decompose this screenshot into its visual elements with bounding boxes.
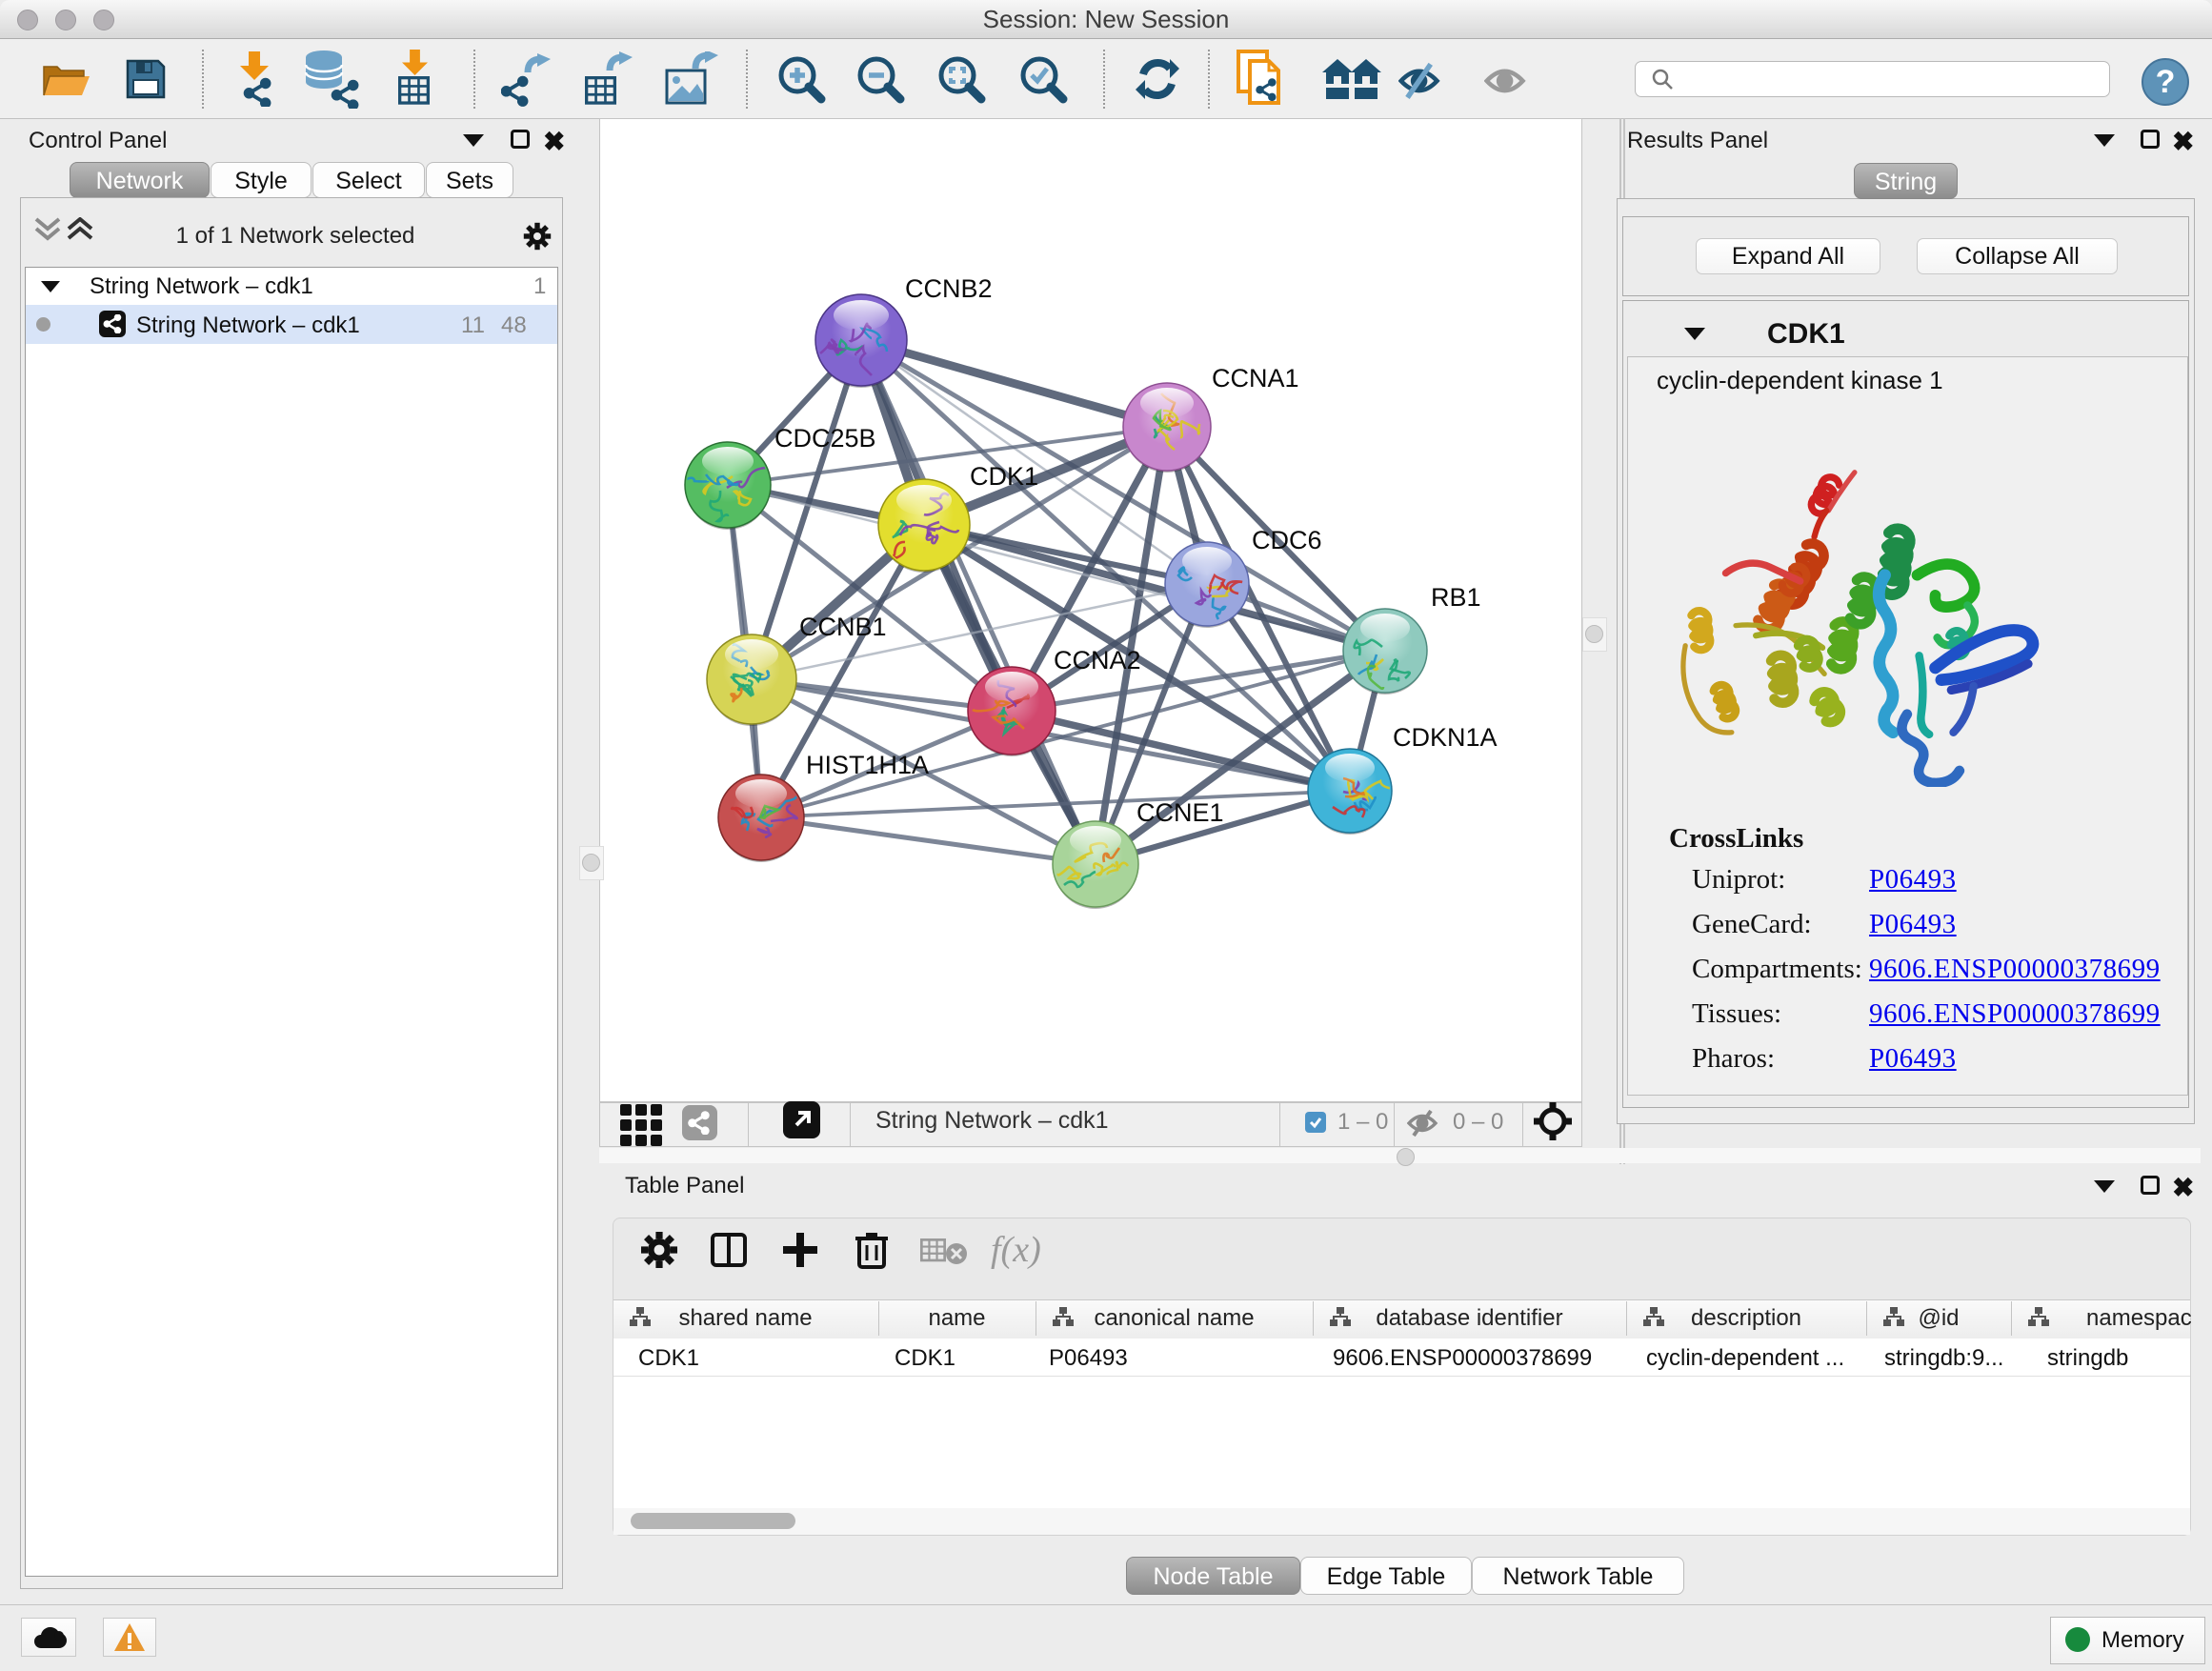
svg-text:CCNA1: CCNA1 (1212, 364, 1299, 393)
svg-text:CCNA2: CCNA2 (1054, 646, 1141, 674)
svg-text:CCNB1: CCNB1 (799, 613, 887, 641)
svg-text:CCNB2: CCNB2 (905, 274, 993, 303)
svg-text:HIST1H1A: HIST1H1A (806, 751, 929, 779)
svg-text:CDC6: CDC6 (1252, 526, 1322, 554)
svg-text:CDC25B: CDC25B (774, 424, 876, 453)
svg-text:?: ? (2156, 64, 2176, 100)
svg-text:CDKN1A: CDKN1A (1393, 723, 1498, 752)
svg-text:RB1: RB1 (1431, 583, 1481, 612)
svg-text:CCNE1: CCNE1 (1136, 798, 1224, 827)
svg-text:CDK1: CDK1 (970, 462, 1038, 491)
